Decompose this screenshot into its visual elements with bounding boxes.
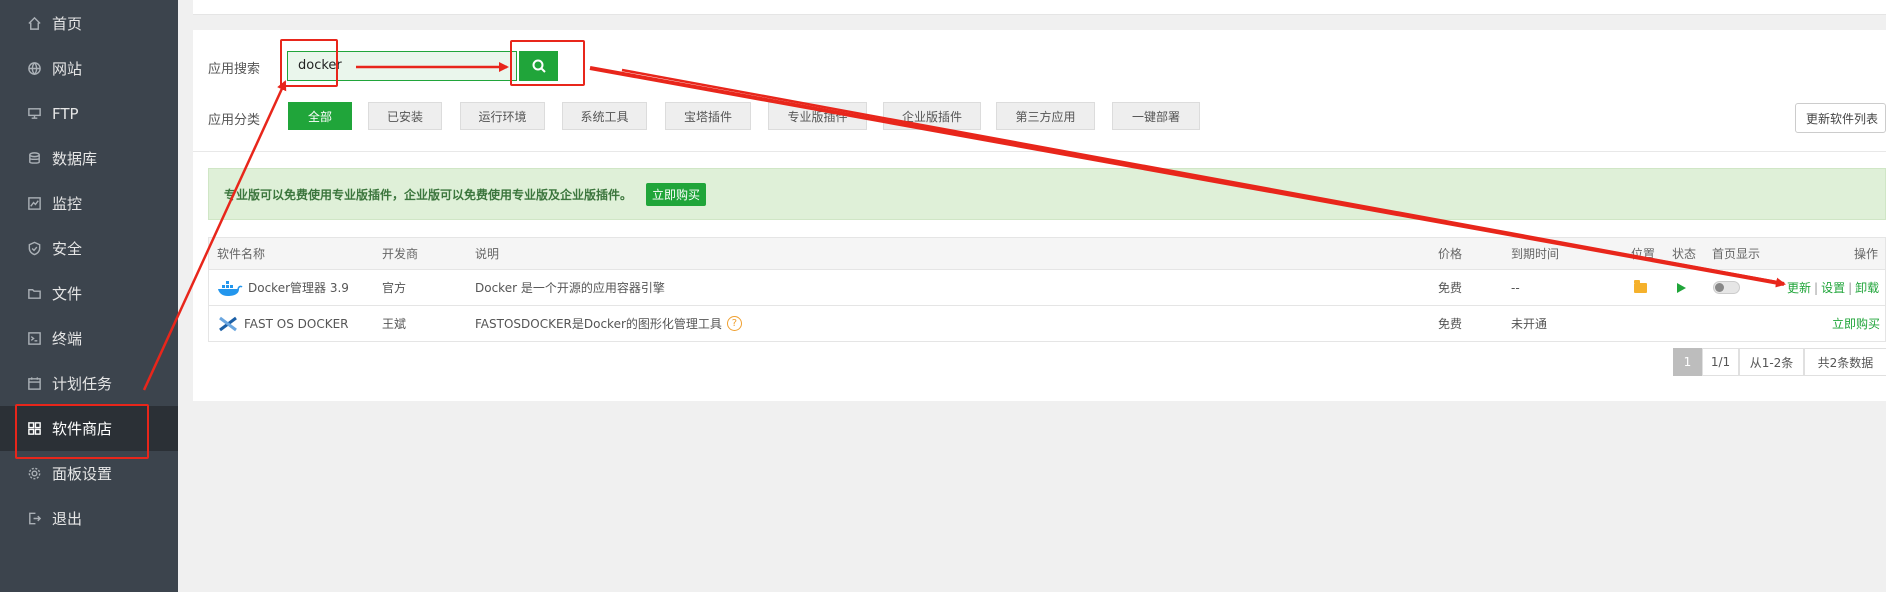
annotation-box-software-store bbox=[15, 404, 149, 459]
sidebar-item-label: 面板设置 bbox=[52, 465, 113, 483]
search-label: 应用搜索 bbox=[208, 62, 261, 77]
sidebar-item-ftp[interactable]: FTP bbox=[0, 91, 178, 136]
category-bt-plugins[interactable]: 宝塔插件 bbox=[665, 102, 751, 130]
description-cell: Docker 是一个开源的应用容器引擎 bbox=[475, 281, 665, 295]
category-third-party[interactable]: 第三方应用 bbox=[996, 102, 1095, 130]
category-installed[interactable]: 已安装 bbox=[368, 102, 442, 130]
buy-now-button[interactable]: 立即购买 bbox=[646, 182, 707, 206]
category-system-tools[interactable]: 系统工具 bbox=[562, 102, 647, 130]
settings-link[interactable]: 设置 bbox=[1821, 279, 1845, 296]
sidebar-item-label: FTP bbox=[52, 104, 79, 123]
folder-icon bbox=[26, 286, 42, 302]
terminal-icon bbox=[26, 331, 42, 347]
update-software-list-button[interactable]: 更新软件列表 bbox=[1795, 103, 1886, 133]
header-developer: 开发商 bbox=[382, 247, 419, 261]
database-icon bbox=[26, 151, 42, 167]
toggle-switch bbox=[1713, 281, 1740, 294]
globe-icon bbox=[26, 61, 42, 77]
description-cell: FASTOSDOCKER是Docker的图形化管理工具 ? bbox=[475, 306, 742, 341]
software-name-cell[interactable]: FAST OS DOCKER bbox=[217, 306, 349, 341]
folder-icon bbox=[1634, 279, 1647, 293]
sidebar-item-label: 退出 bbox=[52, 510, 83, 528]
buy-now-link[interactable]: 立即购买 bbox=[1832, 306, 1880, 341]
homepage-display-toggle[interactable] bbox=[1713, 270, 1740, 305]
developer-cell: 王斌 bbox=[382, 317, 407, 331]
sidebar-item-logout[interactable]: 退出 bbox=[0, 496, 178, 541]
sidebar-item-label: 监控 bbox=[52, 195, 83, 213]
sidebar-item-label: 网站 bbox=[52, 60, 83, 78]
logout-icon bbox=[26, 511, 42, 527]
home-icon bbox=[26, 16, 42, 32]
gear-icon bbox=[26, 466, 42, 482]
sidebar-item-home[interactable]: 首页 bbox=[0, 1, 178, 46]
status-running-button[interactable] bbox=[1677, 270, 1686, 305]
description-text: FASTOSDOCKER是Docker的图形化管理工具 bbox=[475, 317, 722, 331]
annotation-box-search-input bbox=[280, 39, 338, 87]
header-expiry: 到期时间 bbox=[1511, 247, 1560, 261]
ftp-icon bbox=[26, 106, 42, 122]
sidebar-item-database[interactable]: 数据库 bbox=[0, 136, 178, 181]
price-cell: 免费 bbox=[1438, 281, 1463, 295]
header-price: 价格 bbox=[1438, 247, 1463, 261]
sidebar-item-website[interactable]: 网站 bbox=[0, 46, 178, 91]
expiry-cell: -- bbox=[1511, 280, 1520, 295]
divider bbox=[193, 151, 1886, 152]
annotation-box-search-button bbox=[510, 40, 585, 86]
table-header: 软件名称 开发商 说明 价格 到期时间 位置 状态 首页显示 操作 bbox=[208, 237, 1886, 270]
sidebar-item-security[interactable]: 安全 bbox=[0, 226, 178, 271]
help-icon[interactable]: ? bbox=[726, 316, 742, 331]
category-one-click-deploy[interactable]: 一键部署 bbox=[1112, 102, 1200, 130]
page-range: 从1-2条 bbox=[1739, 348, 1804, 376]
shield-icon bbox=[26, 241, 42, 257]
fastos-logo-icon bbox=[219, 316, 237, 331]
sidebar-item-label: 文件 bbox=[52, 285, 83, 303]
separator: | bbox=[1848, 280, 1853, 295]
software-name-cell[interactable]: Docker管理器 3.9 bbox=[217, 270, 349, 305]
update-link[interactable]: 更新 bbox=[1787, 279, 1811, 296]
header-actions: 操作 bbox=[1854, 247, 1879, 261]
category-enterprise-plugins[interactable]: 企业版插件 bbox=[883, 102, 981, 130]
play-icon bbox=[1677, 282, 1686, 293]
developer-cell: 官方 bbox=[382, 281, 407, 295]
category-label: 应用分类 bbox=[208, 113, 261, 128]
page-total: 共2条数据 bbox=[1804, 348, 1886, 376]
sidebar-item-cron[interactable]: 计划任务 bbox=[0, 361, 178, 406]
category-all[interactable]: 全部 bbox=[288, 102, 352, 130]
pro-notice-banner: 专业版可以免费使用专业版插件，企业版可以免费使用专业版及企业版插件。 立即购买 bbox=[208, 168, 1886, 220]
top-panel-edge bbox=[193, 0, 1886, 15]
uninstall-link[interactable]: 卸载 bbox=[1855, 279, 1879, 296]
sidebar-item-files[interactable]: 文件 bbox=[0, 271, 178, 316]
table-row: FAST OS DOCKER 王斌 FASTOSDOCKER是Docker的图形… bbox=[208, 306, 1886, 342]
calendar-icon bbox=[26, 376, 42, 392]
header-homepage-display: 首页显示 bbox=[1712, 247, 1761, 261]
header-status: 状态 bbox=[1672, 247, 1697, 261]
sidebar-item-label: 首页 bbox=[52, 15, 83, 33]
sidebar-item-label: 终端 bbox=[52, 330, 83, 348]
sidebar-item-label: 计划任务 bbox=[52, 375, 113, 393]
sidebar: 首页 网站 FTP 数据库 监控 安全 文件 终端 计划任务 软件商店 面板设置 bbox=[0, 0, 178, 592]
notice-text: 专业版可以免费使用专业版插件，企业版可以免费使用专业版及企业版插件。 bbox=[224, 187, 633, 202]
page-count: 1/1 bbox=[1702, 348, 1739, 376]
docker-logo-icon bbox=[218, 280, 243, 296]
category-pro-plugins[interactable]: 专业版插件 bbox=[768, 102, 867, 130]
monitor-icon bbox=[26, 196, 42, 212]
expiry-cell: 未开通 bbox=[1511, 317, 1548, 331]
sidebar-item-monitor[interactable]: 监控 bbox=[0, 181, 178, 226]
header-location: 位置 bbox=[1631, 247, 1656, 261]
software-name: FAST OS DOCKER bbox=[244, 316, 349, 331]
table-row: Docker管理器 3.9 官方 Docker 是一个开源的应用容器引擎 免费 … bbox=[208, 270, 1886, 306]
sidebar-item-label: 数据库 bbox=[52, 150, 98, 168]
sidebar-item-terminal[interactable]: 终端 bbox=[0, 316, 178, 361]
sidebar-item-label: 安全 bbox=[52, 240, 83, 258]
category-runtime[interactable]: 运行环境 bbox=[460, 102, 545, 130]
location-folder-button[interactable] bbox=[1634, 270, 1647, 305]
header-name: 软件名称 bbox=[217, 247, 266, 261]
page-current[interactable]: 1 bbox=[1673, 348, 1702, 376]
price-cell: 免费 bbox=[1438, 317, 1463, 331]
actions-cell: 更新 | 设置 | 卸载 bbox=[1787, 270, 1879, 305]
separator: | bbox=[1814, 280, 1819, 295]
header-description: 说明 bbox=[475, 247, 500, 261]
software-name: Docker管理器 3.9 bbox=[248, 281, 349, 295]
